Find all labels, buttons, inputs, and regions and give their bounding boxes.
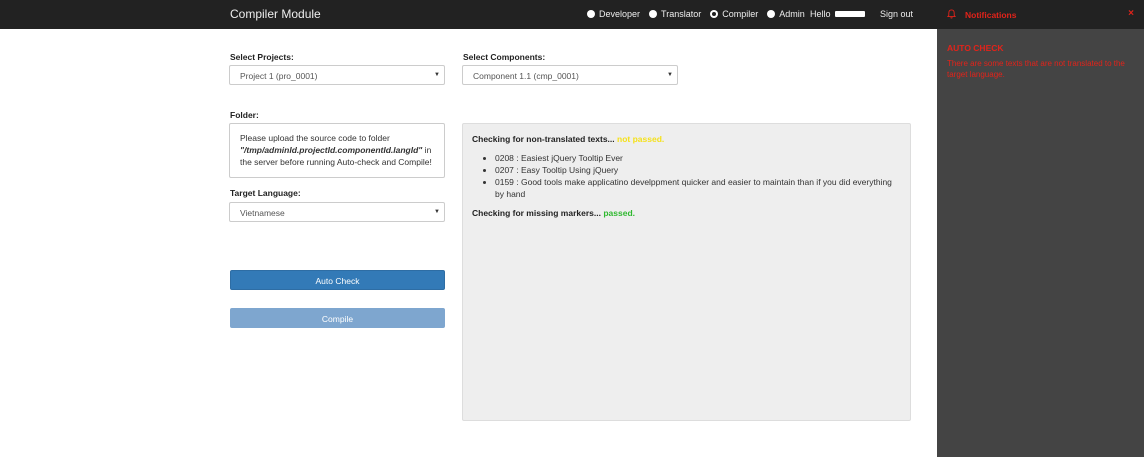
radio-checked-icon[interactable] [710,10,719,18]
list-item: 0159 : Good tools make applicatino devel… [495,176,901,200]
missing-markers-check: Checking for missing markers... passed. [472,208,635,218]
folder-instructions: Please upload the source code to folder … [229,123,445,178]
language-select[interactable]: Vietnamese ▼ [229,202,445,222]
notifications-panel: Notifications × AUTO CHECK There are som… [937,0,1144,457]
notification-message: There are some texts that are not transl… [947,59,1125,79]
untranslated-list: 0208 : Easiest jQuery Tooltip Ever 0207 … [495,152,901,200]
caret-down-icon: ▼ [434,209,440,215]
projects-select[interactable]: Project 1 (pro_0001) ▼ [229,65,445,85]
top-navbar: Compiler Module Developer Translator Com… [0,0,937,29]
list-item: 0207 : Easy Tooltip Using jQuery [495,164,901,176]
status-not-passed: not passed. [617,134,665,144]
notification-item: AUTO CHECK There are some texts that are… [937,29,1144,94]
caret-down-icon: ▼ [434,72,440,78]
radio-icon[interactable] [649,10,658,18]
language-label: Target Language: [230,188,301,198]
projects-label: Select Projects: [230,52,294,62]
compile-button[interactable]: Compile [230,308,445,328]
caret-down-icon: ▼ [667,72,673,78]
role-option-translator[interactable]: Translator [649,9,701,19]
role-option-developer[interactable]: Developer [587,9,640,19]
list-item: 0208 : Easiest jQuery Tooltip Ever [495,152,901,164]
role-option-admin[interactable]: Admin [767,9,805,19]
user-greeting: Hello [810,9,865,19]
non-translated-check: Checking for non-translated texts... not… [472,134,665,144]
components-label: Select Components: [463,52,546,62]
close-icon[interactable]: × [1128,8,1134,19]
notifications-title: Notifications [965,10,1017,20]
radio-icon[interactable] [587,10,595,18]
app-title[interactable]: Compiler Module [230,7,321,21]
folder-label: Folder: [230,110,259,120]
bell-icon [947,9,956,19]
status-passed: passed. [603,208,635,218]
sign-out-link[interactable]: Sign out [880,9,913,19]
radio-icon[interactable] [767,10,776,18]
auto-check-button[interactable]: Auto Check [230,270,445,290]
notification-heading: AUTO CHECK [947,43,1004,53]
role-selector: Developer Translator Compiler Admin [587,9,814,19]
role-option-compiler[interactable]: Compiler [710,9,758,19]
results-panel: Checking for non-translated texts... not… [462,123,911,421]
notifications-header: Notifications × [937,0,1144,29]
components-select[interactable]: Component 1.1 (cmp_0001) ▼ [462,65,678,85]
folder-path: "/tmp/adminId.projectId.componentId.lang… [240,145,423,155]
redacted-username [834,11,865,17]
